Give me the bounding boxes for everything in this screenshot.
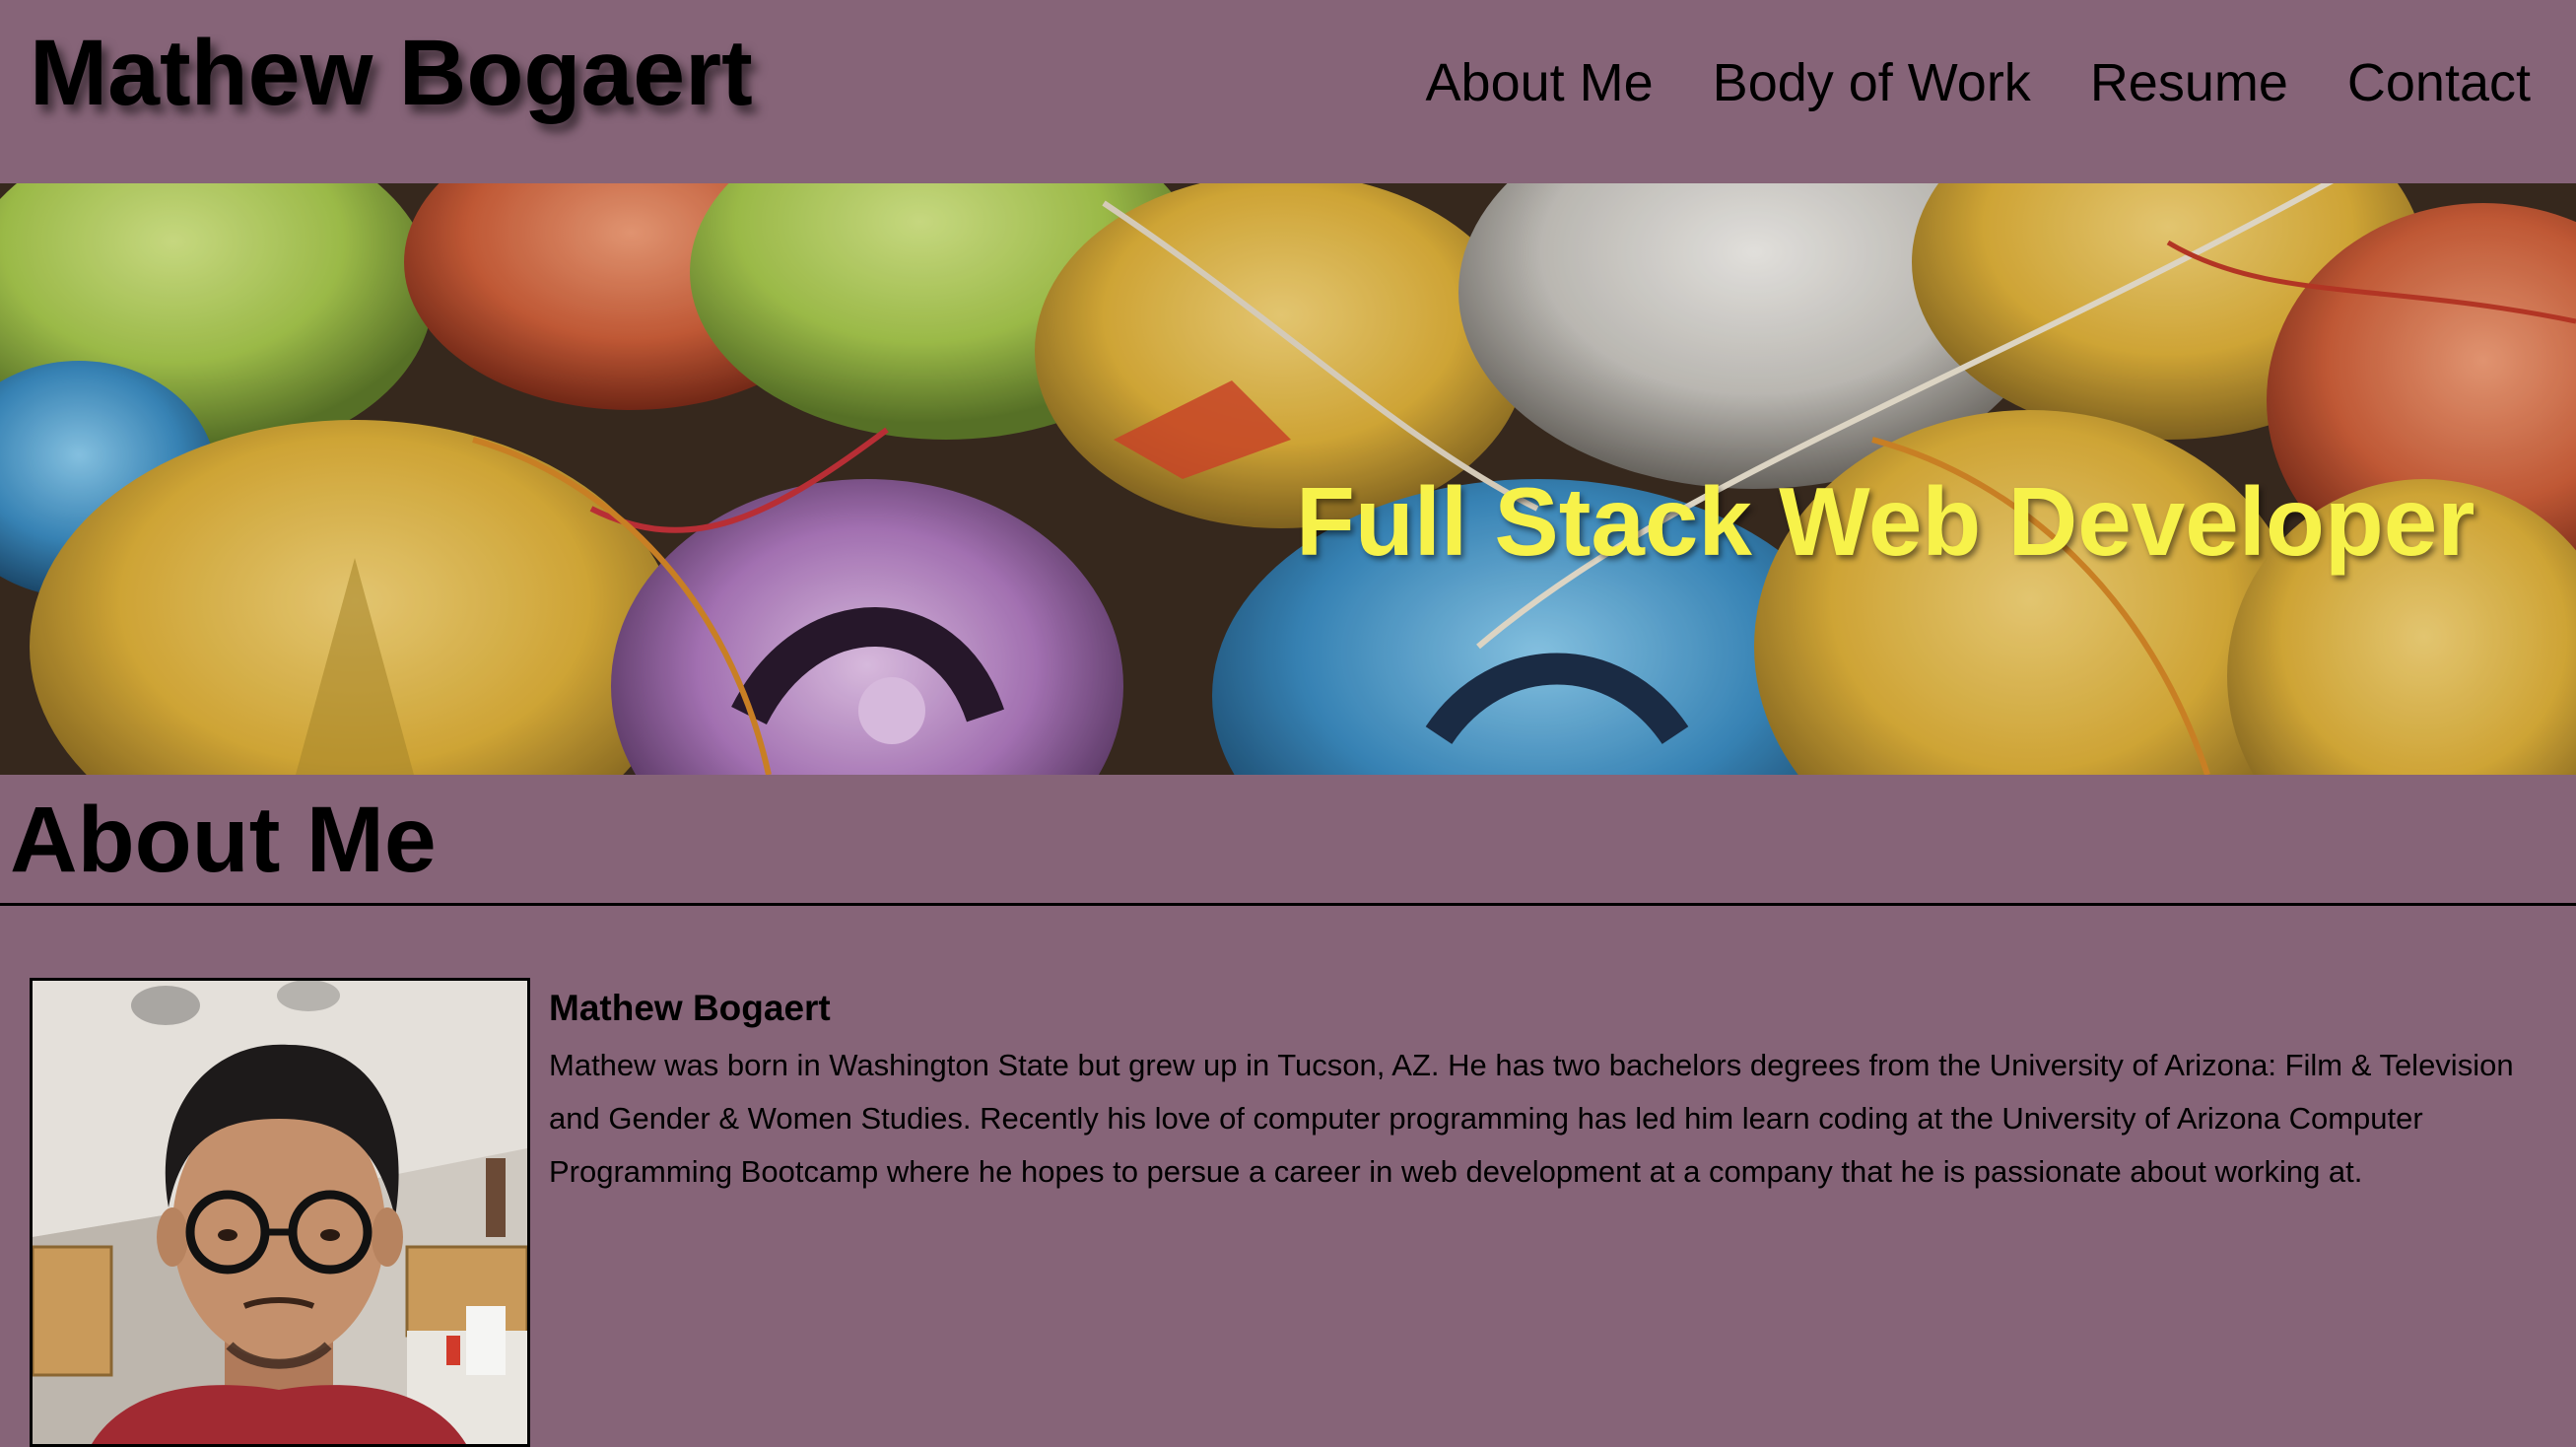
bio-name: Mathew Bogaert [549,988,831,1028]
nav-link-body-of-work[interactable]: Body of Work [1713,47,2031,118]
hero-tagline: Full Stack Web Developer [1296,467,2475,576]
about-section-title: About Me [10,788,437,892]
nav-link-contact[interactable]: Contact [2347,47,2531,118]
nav-link-about-me[interactable]: About Me [1426,47,1654,118]
bio-block: Mathew Bogaert Mathew was born in Washin… [549,984,2540,1199]
profile-photo-image [33,981,527,1444]
bio-text: Mathew was born in Washington State but … [549,1048,2514,1189]
nav-link-resume[interactable]: Resume [2090,47,2288,118]
profile-photo [30,978,530,1447]
main-nav: About Me Body of Work Resume Contact [1426,47,2531,118]
site-title[interactable]: Mathew Bogaert [30,22,753,125]
site-header: Mathew Bogaert About Me Body of Work Res… [0,0,2576,183]
section-divider [0,903,2576,906]
hero-banner: Full Stack Web Developer [0,183,2576,775]
